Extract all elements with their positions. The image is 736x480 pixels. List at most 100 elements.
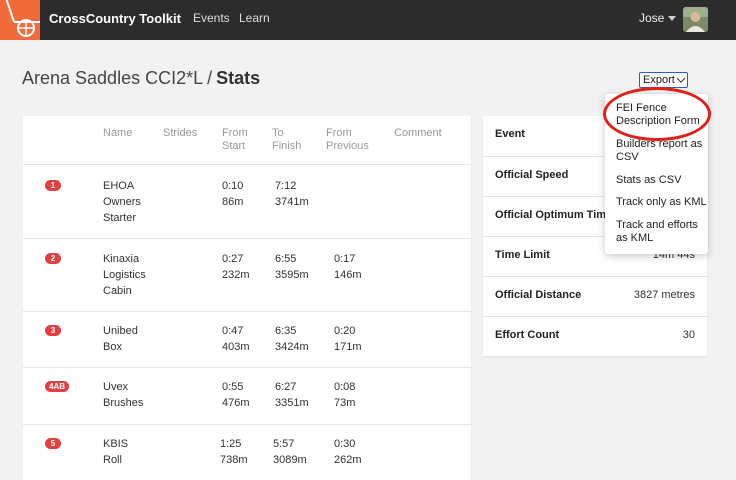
from-start-cell: 0:47 403m: [222, 323, 250, 355]
summary-value: 30: [682, 329, 695, 341]
to-finish-distance: 3351m: [275, 397, 309, 409]
header-from-previous-line2: Previous: [326, 140, 369, 152]
breadcrumb-separator: /: [207, 68, 213, 88]
from-previous-time: 0:17: [334, 253, 356, 265]
fence-number-badge: 4AB: [45, 381, 70, 392]
chevron-down-icon: [676, 74, 686, 83]
to-finish-distance: 3741m: [275, 196, 309, 208]
page-title: Arena Saddles CCI2*L / Stats: [22, 68, 260, 89]
fence-name-line: Brushes: [103, 397, 144, 409]
menu-item-track-efforts-kml[interactable]: Track and efforts as KML: [616, 219, 708, 245]
fence-name-line: EHOA: [103, 180, 135, 192]
summary-label: Official Distance: [495, 289, 582, 301]
header-comment: Comment: [394, 127, 442, 139]
nav-learn[interactable]: Learn: [239, 11, 270, 25]
fence-number-badge: 1: [45, 180, 61, 191]
to-finish-cell: 6:55 3595m: [275, 251, 309, 283]
user-menu-name[interactable]: Jose: [639, 11, 664, 25]
top-nav-bar: CrossCountry Toolkit Events Learn Jose: [0, 0, 736, 40]
from-previous-cell: 0:30 262m: [334, 436, 362, 468]
to-finish-time: 6:55: [275, 253, 297, 265]
header-from-start: From Start: [222, 127, 248, 153]
from-previous-cell: 0:20 171m: [334, 323, 362, 355]
fence-name-line: Unibed: [103, 325, 138, 337]
summary-value: 3827 metres: [633, 289, 695, 301]
summary-label: Official Speed: [495, 169, 569, 181]
header-from-start-line2: Start: [222, 140, 246, 152]
from-start-time: 1:25: [220, 438, 242, 450]
to-finish-time: 6:35: [275, 325, 297, 337]
fence-name: Kinaxia Logistics Cabin: [103, 251, 146, 299]
from-previous-distance: 73m: [334, 397, 356, 409]
export-button-label: Export: [643, 74, 675, 86]
fence-name-line: Roll: [103, 454, 122, 466]
fence-name-line: Starter: [103, 212, 137, 224]
summary-label: Effort Count: [495, 329, 560, 341]
from-start-cell: 0:10 86m: [222, 178, 243, 210]
from-start-distance: 403m: [222, 341, 250, 353]
menu-item-stats-csv[interactable]: Stats as CSV: [616, 174, 708, 187]
fence-name-line: Cabin: [103, 285, 132, 297]
fence-number-badge: 5: [45, 438, 61, 449]
fence-name-line: Uvex: [103, 381, 129, 393]
menu-item-builders-report-csv[interactable]: Builders report as CSV: [616, 138, 708, 164]
fence-name-line: Kinaxia: [103, 253, 140, 265]
table-row[interactable]: 5 KBIS Roll 1:25 738m 5:57 3089m 0:30 26…: [23, 424, 471, 480]
header-name: Name: [103, 127, 133, 139]
from-start-distance: 232m: [222, 269, 250, 281]
fence-name-line: Logistics: [103, 269, 146, 281]
to-finish-time: 7:12: [275, 180, 297, 192]
avatar[interactable]: [683, 7, 708, 32]
from-previous-distance: 262m: [334, 454, 362, 466]
from-start-distance: 738m: [220, 454, 248, 466]
from-previous-time: 0:20: [334, 325, 356, 337]
header-to-finish: To Finish: [272, 127, 301, 153]
table-row[interactable]: 4AB Uvex Brushes 0:55 476m 6:27 3351m 0:…: [23, 367, 471, 424]
logo-cart-icon[interactable]: [0, 0, 40, 40]
menu-item-track-kml[interactable]: Track only as KML: [616, 196, 708, 209]
nav-events[interactable]: Events: [193, 11, 230, 25]
to-finish-cell: 6:27 3351m: [275, 379, 309, 411]
header-to-finish-line1: To: [272, 127, 284, 139]
summary-label: Time Limit: [495, 249, 550, 261]
fence-number-badge: 3: [45, 325, 61, 336]
from-previous-time: 0:08: [334, 381, 356, 393]
from-start-time: 0:27: [222, 253, 244, 265]
table-row[interactable]: 3 Unibed Box 0:47 403m 6:35 3424m 0:20 1…: [23, 311, 471, 367]
to-finish-distance: 3424m: [275, 341, 309, 353]
from-previous-cell: 0:17 146m: [334, 251, 362, 283]
breadcrumb-event[interactable]: Arena Saddles CCI2*L: [22, 68, 203, 88]
to-finish-distance: 3595m: [275, 269, 309, 281]
from-previous-distance: 171m: [334, 341, 362, 353]
summary-row-distance: Official Distance 3827 metres: [483, 276, 707, 316]
stats-table: Name Strides From Start To Finish From P…: [23, 116, 471, 480]
table-row[interactable]: 2 Kinaxia Logistics Cabin 0:27 232m 6:55…: [23, 238, 471, 311]
to-finish-time: 5:57: [273, 438, 295, 450]
fence-name-line: Owners: [103, 196, 141, 208]
from-start-time: 0:47: [222, 325, 244, 337]
from-start-cell: 1:25 738m: [220, 436, 248, 468]
chevron-down-icon[interactable]: [668, 16, 676, 21]
fence-name: Unibed Box: [103, 323, 138, 355]
from-start-distance: 86m: [222, 196, 244, 208]
fence-name-line: Box: [103, 341, 122, 353]
fence-name-line: KBIS: [103, 438, 129, 450]
header-strides: Strides: [163, 127, 198, 139]
fence-name: EHOA Owners Starter: [103, 178, 141, 226]
from-start-time: 0:10: [222, 180, 244, 192]
brand-name[interactable]: CrossCountry Toolkit: [49, 11, 181, 26]
to-finish-distance: 3089m: [273, 454, 307, 466]
to-finish-time: 6:27: [275, 381, 297, 393]
from-start-time: 0:55: [222, 381, 244, 393]
from-start-cell: 0:27 232m: [222, 251, 250, 283]
header-from-start-line1: From: [222, 127, 248, 139]
from-previous-cell: 0:08 73m: [334, 379, 355, 411]
summary-label: Event: [495, 128, 525, 140]
from-start-distance: 476m: [222, 397, 250, 409]
fence-name: KBIS Roll: [103, 436, 128, 468]
table-row[interactable]: 1 EHOA Owners Starter 0:10 86m 7:12 3741…: [23, 164, 471, 238]
fence-number-badge: 2: [45, 253, 61, 264]
fence-name: Uvex Brushes: [103, 379, 143, 411]
export-button[interactable]: Export: [639, 72, 688, 88]
header-from-previous: From Previous: [326, 127, 369, 153]
